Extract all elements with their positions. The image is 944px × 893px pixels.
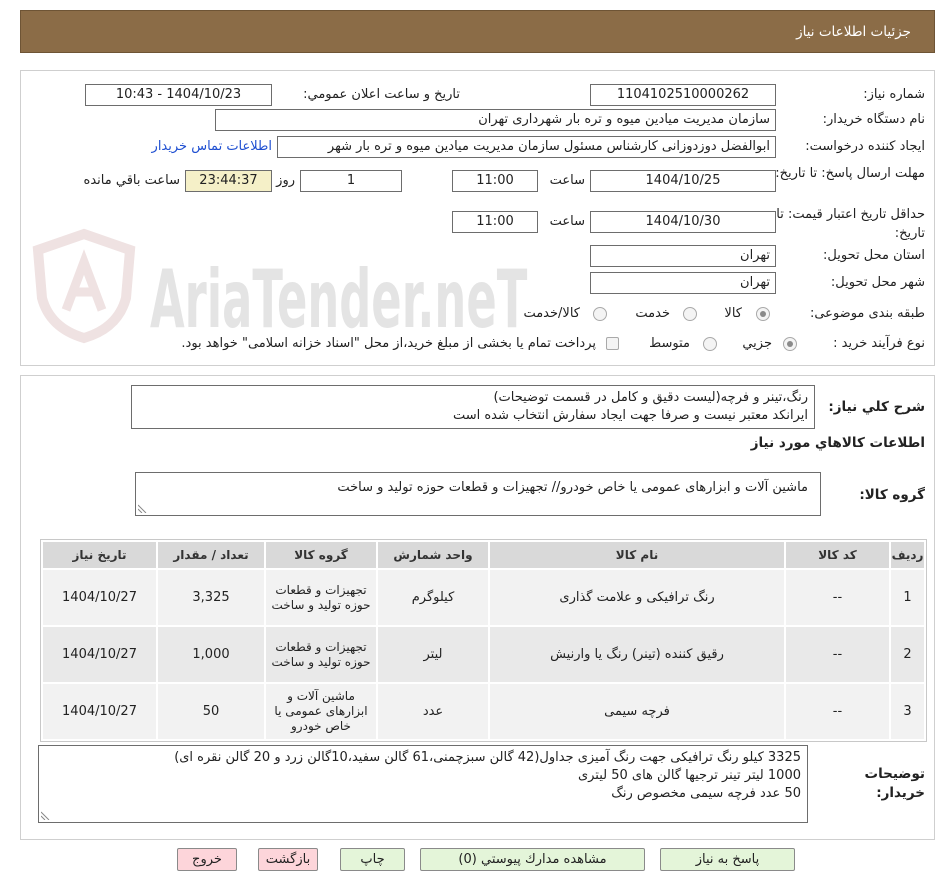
items-heading: اطلاعات كالاهاي مورد نياز [750, 435, 925, 451]
table-row: 3 -- فرچه سیمی عدد ماشین آلات و ابزارهای… [43, 684, 924, 739]
days-left-field: 1 [300, 170, 402, 192]
time-left-field: 23:44:37 [185, 170, 272, 192]
cell-date: 1404/10/27 [43, 684, 156, 739]
province-field: تهران [590, 245, 776, 267]
process-minor-radio[interactable] [783, 337, 797, 351]
description-label: شرح كلي نياز: [828, 399, 925, 415]
category-goods-label: كالا [724, 306, 742, 321]
col-header-quantity: تعداد / مقدار [158, 542, 264, 568]
process-medium-radio[interactable] [703, 337, 717, 351]
col-header-unit: واحد شمارش [378, 542, 488, 568]
category-goods-service-radio[interactable] [593, 307, 607, 321]
resize-grip-icon[interactable] [138, 504, 147, 513]
process-type-label: نوع فرآيند خريد : [833, 336, 925, 351]
reply-button[interactable]: پاسخ به نياز [660, 848, 795, 871]
col-header-row-number: رديف [891, 542, 924, 568]
category-goods-radio[interactable] [756, 307, 770, 321]
category-label: طبقه بندی موضوعی: [809, 306, 925, 321]
page-title: جزئیات اطلاعات نیاز [796, 24, 911, 40]
city-label: شهر محل تحويل: [830, 275, 925, 290]
page-header: جزئیات اطلاعات نیاز [20, 10, 935, 53]
goods-group-text: ماشین آلات و ابزارهای عمومی یا خاص خودرو… [337, 480, 808, 495]
treasury-checkbox[interactable] [606, 337, 619, 350]
validity-date-field: 1404/10/30 [590, 211, 776, 233]
cell-name: رقیق کننده (تینر) رنگ یا وارنیش [490, 627, 784, 682]
cell-quantity: 1,000 [158, 627, 264, 682]
announce-date-label: تاریخ و ساعت اعلان عمومي: [303, 87, 460, 102]
cell-name: فرچه سیمی [490, 684, 784, 739]
buyer-org-label: نام دستگاه خريدار: [822, 112, 925, 127]
buyer-notes-line: 50 عدد فرچه سیمی مخصوص رنگ [611, 786, 801, 801]
treasury-checkbox-label: پرداخت تمام يا بخشی از مبلغ خريد،از محل … [181, 336, 596, 351]
cell-code: -- [786, 570, 889, 625]
cell-group: ماشین آلات و ابزارهای عمومی یا خاص خودرو [266, 684, 376, 739]
col-header-name: نام كالا [490, 542, 784, 568]
creator-field: ابوالفضل دوزدوزانی کارشناس مسئول سازمان … [277, 136, 776, 158]
city-field: تهران [590, 272, 776, 294]
cell-row-number: 3 [891, 684, 924, 739]
cell-unit: لیتر [378, 627, 488, 682]
table-header-row: رديف كد كالا نام كالا واحد شمارش گروه كا… [43, 542, 924, 568]
time-left-label: ساعت باقي مانده [83, 173, 180, 188]
deadline-label: مهلت ارسال پاسخ: تا تاریخ: [775, 166, 925, 181]
description-textarea[interactable]: رنگ،تینر و فرچه(لیست دقیق و کامل در قسمت… [131, 385, 815, 429]
cell-code: -- [786, 684, 889, 739]
cell-group-text: تجهیزات و قطعات حوزه تولید و ساخت [271, 639, 371, 669]
buyer-contact-link[interactable]: اطلاعات تماس خريدار [152, 138, 272, 156]
validity-time-field: 11:00 [452, 211, 538, 233]
cell-name: رنگ ترافیکی و علامت گذاری [490, 570, 784, 625]
creator-label: ايجاد کننده درخواست: [805, 139, 925, 154]
cell-date: 1404/10/27 [43, 627, 156, 682]
buyer-notes-textarea[interactable]: 3325 کیلو رنگ ترافیکی جهت رنگ آمیزی جداو… [38, 745, 808, 823]
province-label: استان محل تحويل: [823, 248, 925, 263]
cell-unit: عدد [378, 684, 488, 739]
cell-unit: کیلوگرم [378, 570, 488, 625]
view-attachments-button[interactable]: مشاهده مدارك پيوستي (0) [420, 848, 645, 871]
resize-grip-icon[interactable] [41, 811, 50, 820]
items-table: رديف كد كالا نام كالا واحد شمارش گروه كا… [40, 539, 927, 742]
cell-row-number: 2 [891, 627, 924, 682]
need-number-label: شماره نیاز: [863, 87, 925, 102]
description-line: رنگ،تینر و فرچه(لیست دقیق و کامل در قسمت… [493, 390, 808, 405]
cell-group-text: تجهیزات و قطعات حوزه تولید و ساخت [271, 582, 371, 612]
category-service-radio[interactable] [683, 307, 697, 321]
col-header-code: كد كالا [786, 542, 889, 568]
back-button[interactable]: بازگشت [258, 848, 318, 871]
print-button[interactable]: چاپ [340, 848, 405, 871]
goods-group-textarea[interactable]: ماشین آلات و ابزارهای عمومی یا خاص خودرو… [135, 472, 821, 516]
buyer-notes-line: 1000 لیتر تینر ترجیها گالن های 50 لیتری [577, 768, 801, 783]
cell-group: تجهیزات و قطعات حوزه تولید و ساخت [266, 627, 376, 682]
cell-date: 1404/10/27 [43, 570, 156, 625]
description-line: ایرانکد معتبر نیست و صرفا جهت ایجاد سفار… [452, 408, 808, 423]
cell-code: -- [786, 627, 889, 682]
announce-date-field: 1404/10/23 - 10:43 [85, 84, 272, 106]
cell-group: تجهیزات و قطعات حوزه تولید و ساخت [266, 570, 376, 625]
category-service-label: خدمت [635, 306, 670, 321]
deadline-date-field: 1404/10/25 [590, 170, 776, 192]
table-row: 2 -- رقیق کننده (تینر) رنگ یا وارنیش لیت… [43, 627, 924, 682]
buyer-org-field: سازمان مدیریت میادین میوه و تره بار شهرد… [215, 109, 776, 131]
cell-quantity: 3,325 [158, 570, 264, 625]
buyer-notes-label: توضیحات خریدار: [864, 766, 925, 801]
col-header-group: گروه كالا [266, 542, 376, 568]
process-medium-label: متوسط [649, 336, 690, 351]
cell-quantity: 50 [158, 684, 264, 739]
process-minor-label: جزيي [742, 336, 772, 351]
cell-group-text: ماشین آلات و ابزارهای عمومی یا خاص خودرو [274, 689, 368, 733]
category-goods-service-label: كالا/خدمت [523, 306, 580, 321]
col-header-date: تاريخ نياز [43, 542, 156, 568]
table-row: 1 -- رنگ ترافیکی و علامت گذاری کیلوگرم ت… [43, 570, 924, 625]
need-number-field: 1104102510000262 [590, 84, 776, 106]
deadline-time-label: ساعت [549, 173, 585, 188]
deadline-time-field: 11:00 [452, 170, 538, 192]
exit-button[interactable]: خروج [177, 848, 237, 871]
validity-label: حداقل تاريخ اعتبار قيمت: تا تاريخ: [776, 207, 925, 241]
goods-group-label: گروه كالا: [859, 487, 925, 503]
buyer-notes-line: 3325 کیلو رنگ ترافیکی جهت رنگ آمیزی جداو… [174, 750, 801, 765]
validity-time-label: ساعت [549, 214, 585, 229]
cell-row-number: 1 [891, 570, 924, 625]
